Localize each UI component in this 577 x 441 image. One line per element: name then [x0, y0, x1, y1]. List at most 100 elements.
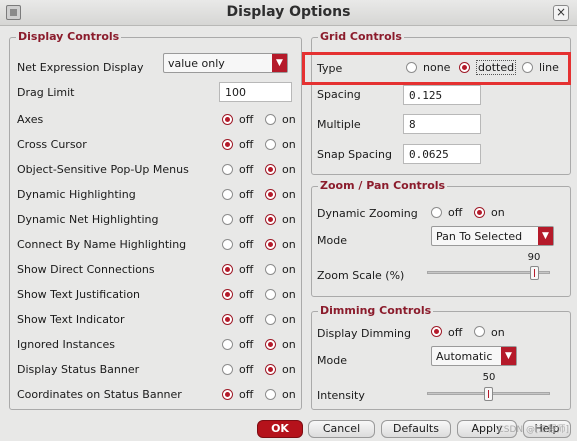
- display-option-off-label: off: [239, 188, 254, 201]
- display-option-off-radio[interactable]: [222, 139, 233, 150]
- display-option-off-radio[interactable]: [222, 389, 233, 400]
- intensity-value: 50: [482, 372, 496, 383]
- cancel-button[interactable]: Cancel: [308, 420, 375, 438]
- display-option-label: Axes: [17, 113, 44, 126]
- display-option-on-label: on: [282, 188, 296, 201]
- dimming-mode-label: Mode: [317, 354, 347, 367]
- display-option-off-radio[interactable]: [222, 289, 233, 300]
- dimming-title: Dimming Controls: [318, 304, 434, 317]
- display-option-on-label: on: [282, 113, 296, 126]
- ok-button[interactable]: OK: [257, 420, 303, 438]
- display-option-on-label: on: [282, 163, 296, 176]
- display-option-off-radio[interactable]: [222, 339, 233, 350]
- zoom-scale-label: Zoom Scale (%): [317, 269, 405, 282]
- grid-spacing-field[interactable]: 0.125: [403, 85, 481, 105]
- display-dimming-on-radio[interactable]: [474, 326, 485, 337]
- display-dimming-off-radio[interactable]: [431, 326, 442, 337]
- display-option-off-label: off: [239, 363, 254, 376]
- intensity-label: Intensity: [317, 389, 365, 402]
- display-option-on-radio[interactable]: [265, 314, 276, 325]
- display-option-off-radio[interactable]: [222, 364, 233, 375]
- net-expression-select[interactable]: value only ▼: [163, 53, 288, 73]
- display-option-off-radio[interactable]: [222, 114, 233, 125]
- display-option-label: Show Direct Connections: [17, 263, 155, 276]
- display-option-off-label: off: [239, 238, 254, 251]
- chevron-down-icon: ▼: [538, 227, 553, 245]
- display-option-on-label: on: [282, 238, 296, 251]
- display-option-on-radio[interactable]: [265, 289, 276, 300]
- snap-spacing-label: Snap Spacing: [317, 148, 392, 161]
- zoom-mode-value: Pan To Selected: [436, 230, 523, 243]
- grid-spacing-label: Spacing: [317, 88, 361, 101]
- display-option-on-label: on: [282, 213, 296, 226]
- display-option-off-label: off: [239, 213, 254, 226]
- display-option-off-radio[interactable]: [222, 189, 233, 200]
- display-option-on-radio[interactable]: [265, 364, 276, 375]
- grid-controls-title: Grid Controls: [318, 30, 404, 43]
- grid-multiple-label: Multiple: [317, 118, 361, 131]
- display-option-label: Coordinates on Status Banner: [17, 388, 182, 401]
- dynamic-zooming-off-label: off: [448, 206, 463, 219]
- display-option-on-label: on: [282, 138, 296, 151]
- display-option-on-label: on: [282, 288, 296, 301]
- display-controls-title: Display Controls: [16, 30, 122, 43]
- display-option-label: Show Text Indicator: [17, 313, 125, 326]
- display-option-on-radio[interactable]: [265, 339, 276, 350]
- display-option-on-label: on: [282, 313, 296, 326]
- grid-type-highlight: [302, 52, 571, 85]
- display-option-on-radio[interactable]: [265, 214, 276, 225]
- display-option-off-radio[interactable]: [222, 214, 233, 225]
- display-option-on-radio[interactable]: [265, 164, 276, 175]
- display-dimming-off-label: off: [448, 326, 463, 339]
- display-option-label: Cross Cursor: [17, 138, 87, 151]
- display-option-label: Connect By Name Highlighting: [17, 238, 187, 251]
- dimming-mode-value: Automatic: [436, 350, 493, 363]
- window-title: Display Options: [226, 4, 351, 20]
- display-option-off-label: off: [239, 113, 254, 126]
- snap-spacing-field[interactable]: 0.0625: [403, 144, 481, 164]
- zoom-mode-label: Mode: [317, 234, 347, 247]
- close-icon[interactable]: ×: [553, 5, 569, 21]
- dynamic-zooming-label: Dynamic Zooming: [317, 207, 418, 220]
- zoom-scale-value: 90: [527, 252, 541, 263]
- display-option-off-radio[interactable]: [222, 314, 233, 325]
- drag-limit-field[interactable]: 100: [219, 82, 292, 102]
- display-option-label: Dynamic Highlighting: [17, 188, 136, 201]
- display-option-on-label: on: [282, 388, 296, 401]
- display-option-on-radio[interactable]: [265, 239, 276, 250]
- zoom-scale-slider-thumb[interactable]: [530, 266, 539, 280]
- dynamic-zooming-off-radio[interactable]: [431, 207, 442, 218]
- display-option-label: Dynamic Net Highlighting: [17, 213, 159, 226]
- display-option-off-label: off: [239, 288, 254, 301]
- display-option-off-label: off: [239, 313, 254, 326]
- defaults-button[interactable]: Defaults: [381, 420, 451, 438]
- grid-multiple-field[interactable]: 8: [403, 114, 481, 134]
- display-option-label: Ignored Instances: [17, 338, 115, 351]
- chevron-down-icon: ▼: [501, 347, 516, 365]
- display-option-on-radio[interactable]: [265, 389, 276, 400]
- net-expression-label: Net Expression Display: [17, 61, 144, 74]
- display-option-on-label: on: [282, 263, 296, 276]
- dimming-mode-select[interactable]: Automatic ▼: [431, 346, 517, 366]
- display-option-on-radio[interactable]: [265, 114, 276, 125]
- display-option-off-radio[interactable]: [222, 264, 233, 275]
- display-option-off-label: off: [239, 138, 254, 151]
- zoom-mode-select[interactable]: Pan To Selected ▼: [431, 226, 554, 246]
- display-option-on-label: on: [282, 363, 296, 376]
- dynamic-zooming-on-radio[interactable]: [474, 207, 485, 218]
- display-dimming-label: Display Dimming: [317, 327, 412, 340]
- display-option-off-radio[interactable]: [222, 164, 233, 175]
- display-dimming-on-label: on: [491, 326, 505, 339]
- display-option-off-label: off: [239, 338, 254, 351]
- display-option-on-radio[interactable]: [265, 189, 276, 200]
- display-option-off-label: off: [239, 263, 254, 276]
- zoom-pan-title: Zoom / Pan Controls: [318, 179, 448, 192]
- chevron-down-icon: ▼: [272, 54, 287, 72]
- watermark-text: CSDN @[工程师]: [497, 425, 569, 435]
- display-option-off-radio[interactable]: [222, 239, 233, 250]
- display-option-on-radio[interactable]: [265, 139, 276, 150]
- display-option-on-radio[interactable]: [265, 264, 276, 275]
- intensity-slider-thumb[interactable]: [484, 387, 493, 401]
- net-expression-value: value only: [168, 57, 225, 70]
- display-option-off-label: off: [239, 388, 254, 401]
